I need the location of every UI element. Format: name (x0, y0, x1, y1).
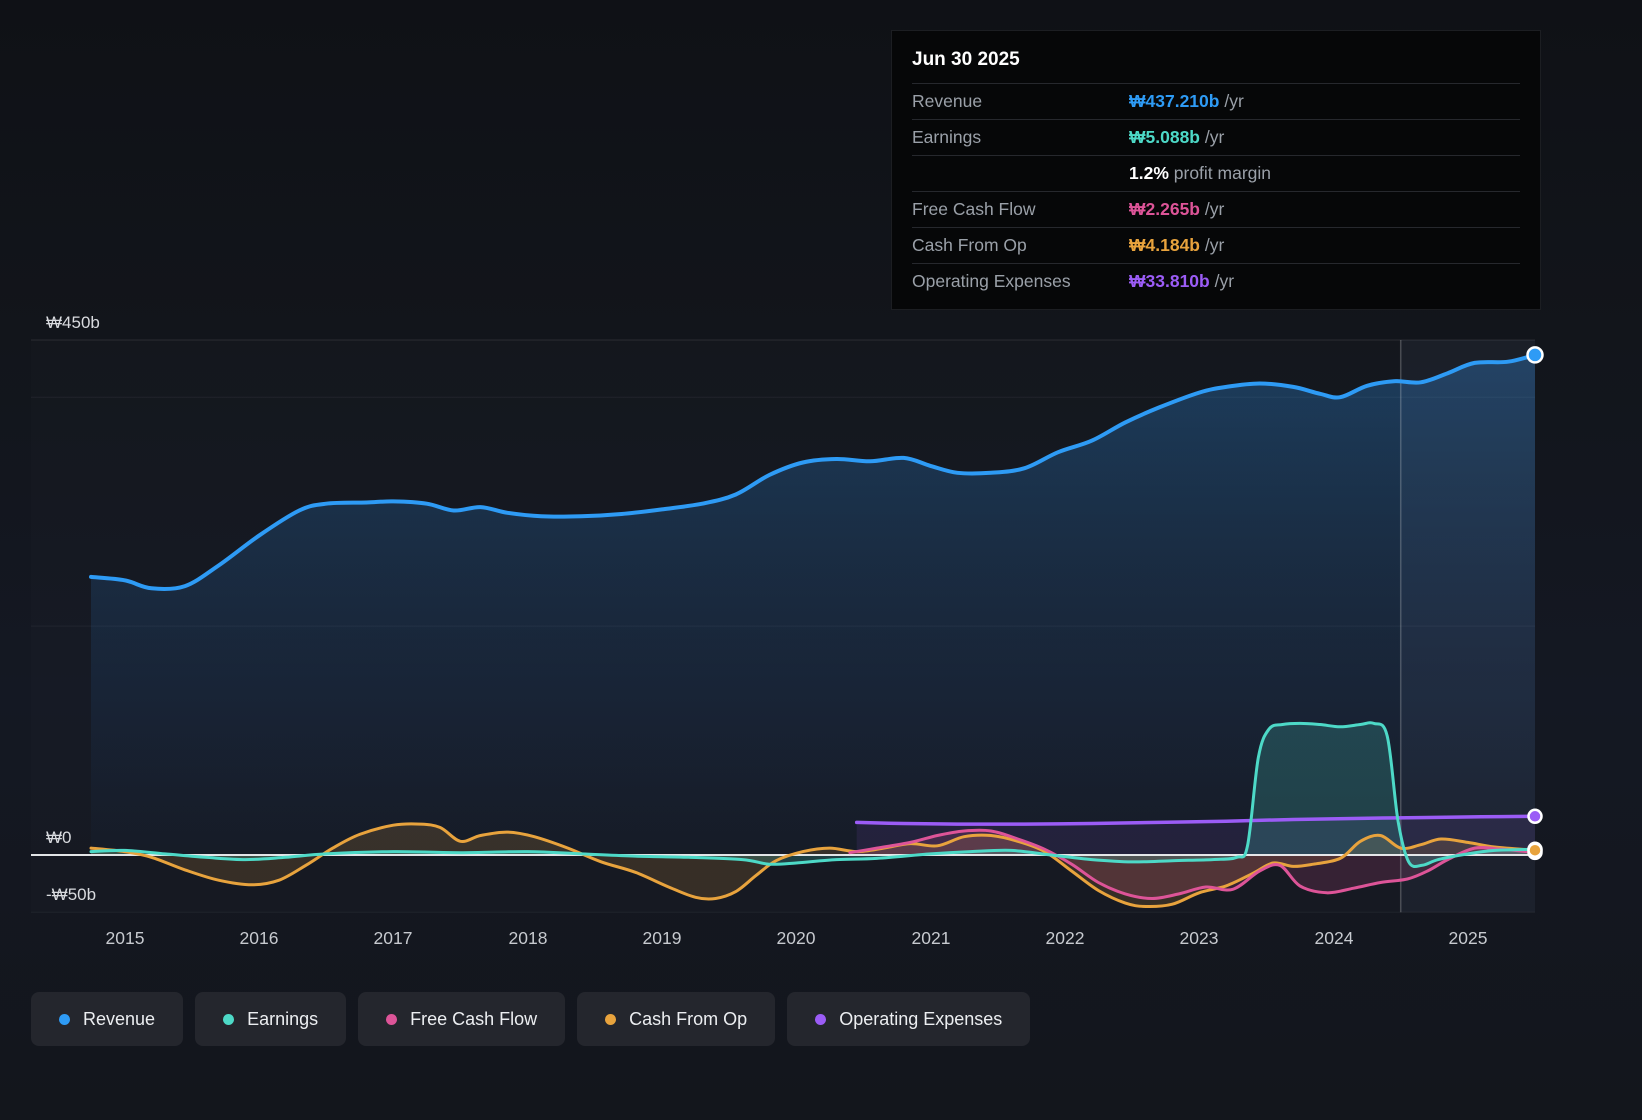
tooltip-rows: Revenue₩437.210b /yrEarnings₩5.088b /yr1… (912, 83, 1520, 299)
x-tick-label-2016: 2016 (224, 928, 294, 949)
operating-expenses-dot-icon (815, 1014, 826, 1025)
legend-item-revenue[interactable]: Revenue (31, 992, 183, 1046)
tooltip-row-cash-from-op: Cash From Op₩4.184b /yr (912, 227, 1520, 263)
x-tick-label-2025: 2025 (1433, 928, 1503, 949)
tooltip-row-label: Cash From Op (912, 235, 1129, 256)
tooltip-row-earnings: Earnings₩5.088b /yr (912, 119, 1520, 155)
tooltip-row-label: Earnings (912, 127, 1129, 148)
tooltip-row-label: Free Cash Flow (912, 199, 1129, 220)
legend-item-free-cash-flow[interactable]: Free Cash Flow (358, 992, 565, 1046)
x-tick-label-2024: 2024 (1299, 928, 1369, 949)
tooltip-row-operating-expenses: Operating Expenses₩33.810b /yr (912, 263, 1520, 299)
y-tick-label: ₩0 (46, 828, 72, 848)
forecast-band (1401, 340, 1535, 912)
legend-item-earnings[interactable]: Earnings (195, 992, 346, 1046)
operating-expenses-end-dot (1529, 810, 1542, 823)
tooltip-row-value: ₩5.088b /yr (1129, 127, 1520, 148)
free-cash-flow-dot-icon (386, 1014, 397, 1025)
tooltip-panel: Jun 30 2025 Revenue₩437.210b /yrEarnings… (891, 30, 1541, 310)
tooltip-date: Jun 30 2025 (912, 43, 1520, 83)
revenue-end-dot (1528, 347, 1543, 362)
legend-label: Earnings (247, 1009, 318, 1030)
tooltip-row-value: ₩33.810b /yr (1129, 271, 1520, 292)
x-tick-label-2021: 2021 (896, 928, 966, 949)
tooltip-row-value: ₩4.184b /yr (1129, 235, 1520, 256)
tooltip-row-revenue: Revenue₩437.210b /yr (912, 83, 1520, 119)
tooltip-row-label: Operating Expenses (912, 271, 1129, 292)
x-tick-label-2020: 2020 (761, 928, 831, 949)
cash-from-op-end-dot (1529, 844, 1542, 857)
x-tick-label-2019: 2019 (627, 928, 697, 949)
tooltip-row-value: 1.2% profit margin (1129, 163, 1520, 184)
legend-item-operating-expenses[interactable]: Operating Expenses (787, 992, 1030, 1046)
earnings-dot-icon (223, 1014, 234, 1025)
tooltip-row-free-cash-flow: Free Cash Flow₩2.265b /yr (912, 191, 1520, 227)
tooltip-row-label: Revenue (912, 91, 1129, 112)
cash-from-op-dot-icon (605, 1014, 616, 1025)
y-tick-label: -₩50b (46, 885, 96, 905)
legend: Revenue Earnings Free Cash Flow Cash From O… (31, 992, 1030, 1046)
tooltip-row-profit-margin: 1.2% profit margin (912, 155, 1520, 191)
tooltip-row-value: ₩437.210b /yr (1129, 91, 1520, 112)
legend-label: Cash From Op (629, 1009, 747, 1030)
x-tick-label-2023: 2023 (1164, 928, 1234, 949)
y-tick-label: ₩450b (46, 313, 100, 333)
stock-financials-chart-page: Jun 30 2025 Revenue₩437.210b /yrEarnings… (0, 0, 1642, 1120)
x-tick-label-2017: 2017 (358, 928, 428, 949)
legend-item-cash-from-op[interactable]: Cash From Op (577, 992, 775, 1046)
legend-label: Revenue (83, 1009, 155, 1030)
tooltip-row-value: ₩2.265b /yr (1129, 199, 1520, 220)
x-tick-label-2022: 2022 (1030, 928, 1100, 949)
revenue-dot-icon (59, 1014, 70, 1025)
legend-label: Free Cash Flow (410, 1009, 537, 1030)
x-tick-label-2015: 2015 (90, 928, 160, 949)
x-tick-label-2018: 2018 (493, 928, 563, 949)
legend-label: Operating Expenses (839, 1009, 1002, 1030)
